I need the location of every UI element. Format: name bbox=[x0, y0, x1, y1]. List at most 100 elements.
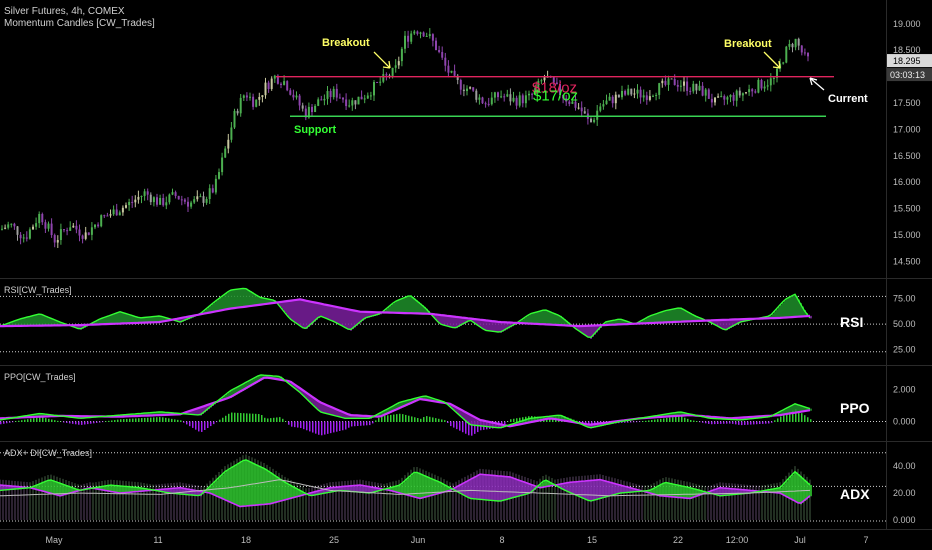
candle bbox=[159, 197, 162, 205]
ppo-histogram-bar bbox=[705, 421, 707, 424]
adx-fill bbox=[682, 485, 684, 499]
adx-fill bbox=[60, 483, 62, 497]
chart-canvas[interactable]: 19.00018.50018.00017.50017.00016.50016.0… bbox=[0, 0, 932, 550]
candle bbox=[97, 224, 100, 227]
adx-fill bbox=[584, 481, 586, 500]
breakout-label: Breakout bbox=[724, 38, 772, 50]
support-label: Support bbox=[294, 124, 336, 136]
adx-fill bbox=[810, 485, 812, 497]
ppo-histogram-bar bbox=[213, 421, 215, 425]
ppo-histogram-bar bbox=[186, 421, 188, 425]
ppo-histogram-bar bbox=[150, 417, 152, 423]
candle bbox=[410, 33, 413, 42]
candle bbox=[782, 62, 785, 64]
candle bbox=[717, 96, 720, 98]
candle bbox=[720, 96, 723, 98]
adx-fill bbox=[686, 486, 688, 499]
candle bbox=[729, 94, 732, 98]
adx-fill bbox=[688, 487, 690, 499]
ppo-histogram-bar bbox=[141, 418, 143, 423]
ppo-histogram-bar bbox=[783, 415, 785, 423]
rsi-fill bbox=[294, 300, 296, 323]
ppo-histogram-bar bbox=[360, 421, 362, 426]
ppo-histogram-bar bbox=[681, 416, 683, 423]
ppo-histogram-bar bbox=[111, 420, 113, 423]
adx-fill bbox=[50, 479, 52, 494]
candle bbox=[196, 196, 199, 200]
candle bbox=[1, 228, 3, 230]
ppo-histogram-bar bbox=[639, 421, 641, 423]
candle bbox=[707, 89, 710, 99]
adx-fill bbox=[464, 482, 466, 496]
ppo-histogram-bar bbox=[342, 421, 344, 431]
candle bbox=[317, 99, 320, 106]
ppo-histogram-bar bbox=[411, 416, 413, 423]
ppo-histogram-bar bbox=[69, 421, 71, 424]
ppo-axis-label: 0.000 bbox=[893, 417, 916, 427]
ppo-histogram-bar bbox=[375, 420, 377, 423]
candle bbox=[320, 99, 323, 101]
adx-fill bbox=[56, 481, 58, 496]
adx-fill bbox=[290, 485, 292, 499]
ppo-histogram-bar bbox=[687, 418, 689, 423]
ppo-histogram-bar bbox=[717, 421, 719, 425]
rsi-fill bbox=[352, 310, 354, 330]
candle bbox=[404, 35, 406, 49]
ppo-histogram-bar bbox=[183, 421, 185, 423]
candle bbox=[493, 92, 496, 98]
candle bbox=[335, 88, 338, 98]
candle bbox=[676, 84, 679, 87]
rsi-fill bbox=[406, 296, 408, 314]
candle bbox=[645, 95, 648, 100]
adx-fill bbox=[468, 480, 470, 498]
ppo-histogram-bar bbox=[345, 421, 347, 430]
ppo-histogram-bar bbox=[741, 421, 743, 426]
rsi-fill bbox=[42, 314, 44, 327]
rsi-fill bbox=[34, 315, 36, 327]
candle bbox=[515, 97, 518, 106]
ppo-histogram-bar bbox=[351, 421, 353, 427]
ppo-histogram-bar bbox=[405, 414, 407, 423]
ppo-histogram-bar bbox=[720, 421, 722, 424]
adx-fill bbox=[240, 462, 242, 508]
price-axis-label: 17.000 bbox=[893, 124, 921, 134]
adx-fill bbox=[426, 476, 428, 498]
adx-fill bbox=[470, 479, 472, 499]
candle bbox=[391, 67, 394, 77]
rsi-fill bbox=[336, 306, 338, 324]
time-axis-label: May bbox=[45, 535, 63, 545]
rsi-fill bbox=[488, 320, 490, 332]
adx-fill bbox=[422, 474, 424, 499]
ppo-histogram-bar bbox=[453, 421, 455, 428]
rsi-fill bbox=[662, 311, 664, 324]
rsi-fill bbox=[286, 301, 288, 315]
candle bbox=[500, 96, 503, 98]
ppo-histogram-bar bbox=[306, 421, 308, 431]
candle bbox=[180, 199, 183, 201]
ppo-histogram-bar bbox=[207, 421, 209, 429]
ppo-histogram-bar bbox=[57, 420, 59, 423]
ppo-histogram-bar bbox=[54, 420, 56, 423]
rsi-fill bbox=[344, 308, 346, 328]
ppo-histogram-bar bbox=[249, 413, 251, 423]
adx-fill bbox=[576, 481, 578, 496]
ppo-histogram-bar bbox=[423, 417, 425, 423]
candle bbox=[518, 95, 521, 106]
adx-fill bbox=[486, 474, 488, 501]
candle bbox=[788, 43, 791, 47]
adx-fill bbox=[680, 485, 682, 499]
adx-fill bbox=[788, 479, 790, 498]
candle bbox=[803, 52, 806, 54]
candle bbox=[366, 95, 369, 99]
candle bbox=[745, 92, 747, 94]
rsi-fill bbox=[318, 303, 320, 319]
price-axis-label: 15.000 bbox=[893, 230, 921, 240]
candle bbox=[10, 223, 13, 225]
candle bbox=[447, 65, 450, 73]
candle bbox=[245, 95, 248, 98]
time-axis-label: 11 bbox=[153, 535, 162, 545]
adx-fill bbox=[488, 474, 490, 501]
candle bbox=[469, 87, 472, 89]
adx-fill bbox=[226, 470, 228, 501]
ppo-histogram-bar bbox=[660, 418, 662, 423]
